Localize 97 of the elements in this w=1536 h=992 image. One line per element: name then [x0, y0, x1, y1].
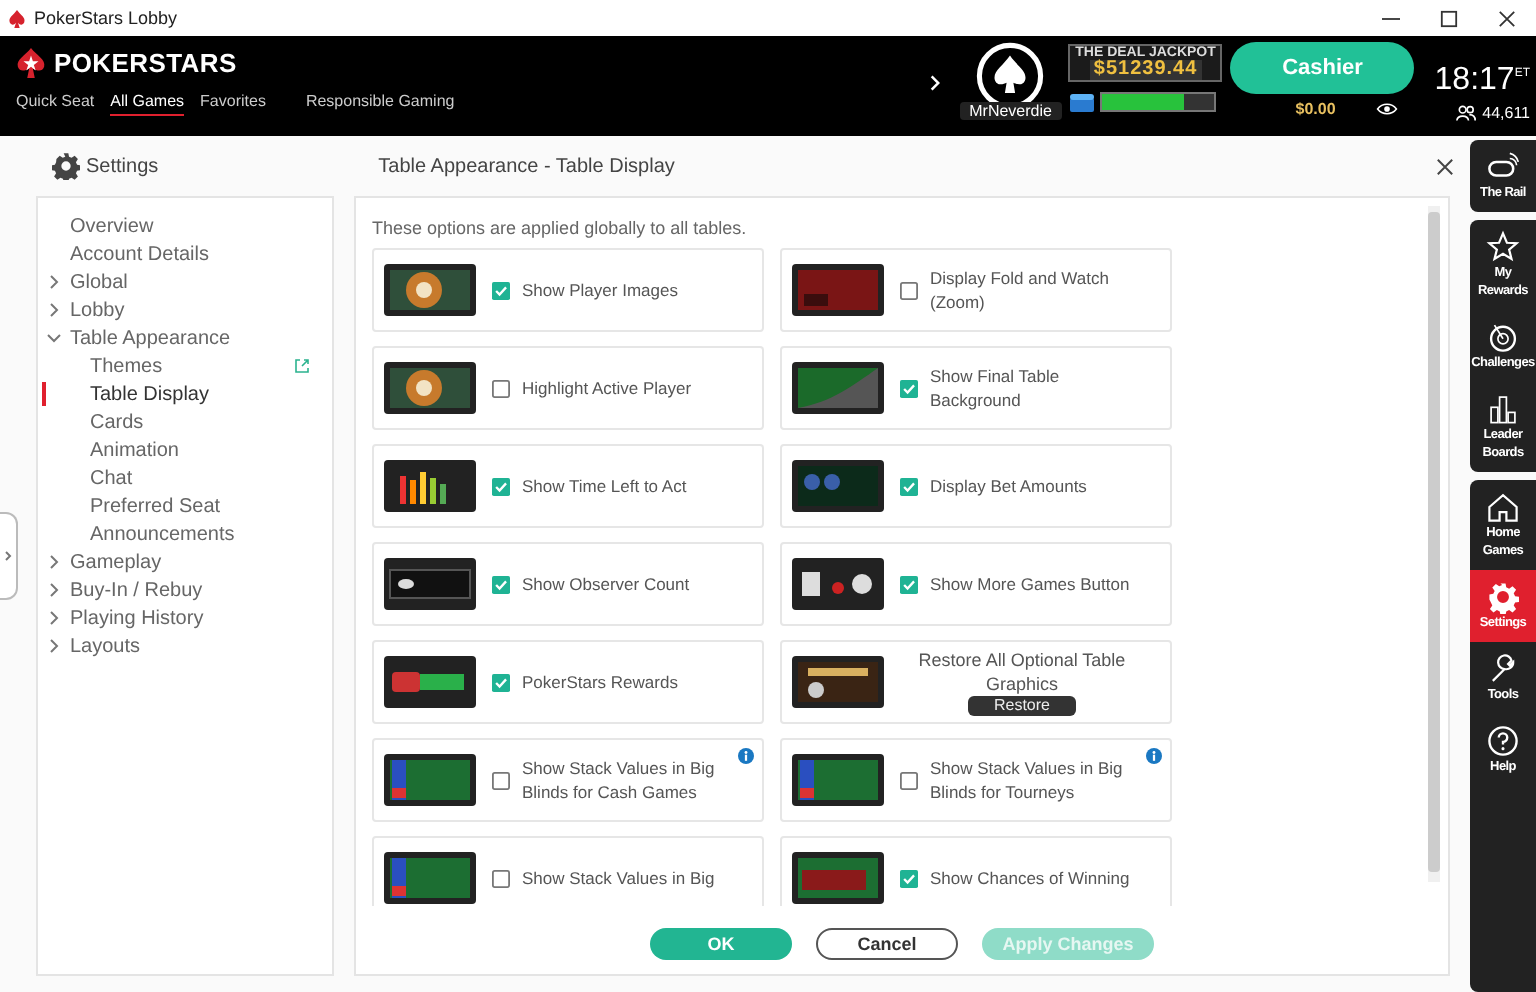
thumbnail-drawing: [384, 264, 476, 316]
option-label: Display Fold and Watch (Zoom): [930, 266, 1111, 314]
thumbnail-drawing: [792, 460, 884, 512]
sidebar-icon: [1486, 652, 1520, 686]
chevron-down-icon[interactable]: [46, 330, 62, 346]
checkbox[interactable]: [900, 869, 918, 887]
expand-handle[interactable]: [0, 512, 18, 600]
thumbnail-drawing: [384, 852, 476, 904]
option-label: Show Stack Values in Big Blinds for Tourneys: [930, 756, 1125, 804]
nav-item[interactable]: Gameplay: [70, 551, 162, 573]
thumbnail-drawing: [384, 362, 476, 414]
option-label: Display Bet Amounts: [930, 474, 1089, 498]
checkbox[interactable]: [492, 379, 510, 397]
checkbox[interactable]: [492, 281, 510, 299]
nav-item[interactable]: Themes: [90, 355, 163, 377]
scrollbar[interactable]: [1428, 206, 1440, 882]
thumbnail-drawing: [384, 460, 476, 512]
nav-tab[interactable]: All Games: [110, 90, 185, 116]
thumbnail-drawing: [384, 754, 476, 806]
option-label: PokerStars Rewards: [522, 670, 680, 694]
info-icon[interactable]: [1146, 748, 1162, 764]
sidebar-icon: [1486, 230, 1520, 264]
page-title: Table Appearance - Table Display: [378, 155, 675, 177]
close-icon[interactable]: [1498, 9, 1516, 27]
username: MrNeverdie: [959, 102, 1062, 120]
checkbox[interactable]: [900, 379, 918, 397]
nav-item[interactable]: Table Appearance: [70, 327, 231, 349]
nav-item[interactable]: Account Details: [70, 243, 209, 265]
nav-item[interactable]: Playing History: [70, 607, 204, 629]
nav-item[interactable]: Announcements: [90, 523, 235, 545]
settings-icon: [52, 152, 80, 180]
thumbnail-drawing: [792, 264, 884, 316]
checkbox[interactable]: [900, 477, 918, 495]
thumbnail-drawing: [792, 558, 884, 610]
option-label: Show Player Images: [522, 278, 680, 302]
thumbnail-drawing: [792, 656, 884, 708]
jackpot-amount: $51239.44: [1089, 60, 1202, 80]
settings-title: Settings: [86, 155, 159, 177]
thumbnail-drawing: [792, 754, 884, 806]
maximize-icon[interactable]: [1440, 9, 1458, 27]
checkbox[interactable]: [492, 771, 510, 789]
nav-tab[interactable]: Quick Seat: [16, 90, 95, 116]
balance: $0.00: [1295, 100, 1336, 118]
nav-item[interactable]: Animation: [90, 439, 179, 461]
option-label: Show Chances of Winning: [930, 866, 1132, 890]
nav-item[interactable]: Overview: [70, 215, 154, 237]
option-label: Restore All Optional Table Graphics: [916, 648, 1128, 696]
checkbox[interactable]: [492, 673, 510, 691]
nav-tab[interactable]: Favorites: [200, 90, 266, 116]
sidebar-icon: [1486, 392, 1520, 426]
close-icon[interactable]: [1436, 157, 1454, 175]
clock: 18:17$^{ET}$: [1434, 60, 1530, 97]
nav-item[interactable]: Cards: [90, 411, 144, 433]
checkbox[interactable]: [492, 575, 510, 593]
sidebar-icon: [1486, 580, 1520, 614]
sidebar-icon: [1486, 490, 1520, 524]
sidebar-icon: [1486, 724, 1520, 758]
dialog-button[interactable]: Cancel: [816, 928, 958, 960]
thumbnail-drawing: [792, 362, 884, 414]
selection-indicator: [42, 382, 46, 406]
option-label: Show Time Left to Act: [522, 474, 689, 498]
option-label: Show Stack Values in Big Blinds for Cash Games: [522, 756, 717, 804]
logo-text: POKERSTARS: [54, 48, 237, 78]
external-link-icon[interactable]: [294, 358, 310, 374]
players-online-count: 44,611: [1482, 104, 1530, 123]
intro-text: These options are applied globally to all tables.: [372, 218, 749, 238]
checkbox[interactable]: [900, 771, 918, 789]
chest-icon: [1068, 92, 1097, 112]
nav-item[interactable]: Global: [70, 271, 128, 293]
spade-star-icon: [16, 48, 46, 78]
chevron-right-icon[interactable]: [930, 74, 941, 92]
nav-item[interactable]: Buy-In / Rebuy: [70, 579, 203, 601]
checkbox[interactable]: [900, 575, 918, 593]
thumbnail-drawing: [384, 656, 476, 708]
thumbnail-drawing: [384, 558, 476, 610]
nav-item[interactable]: Layouts: [70, 635, 141, 657]
nav-item[interactable]: Chat: [90, 467, 133, 489]
checkbox[interactable]: [492, 477, 510, 495]
info-icon[interactable]: [738, 748, 754, 764]
sidebar-icon: [1486, 320, 1520, 354]
players-icon: [1456, 104, 1477, 123]
option-label: Show Stack Values in Big: [522, 866, 717, 890]
checkbox[interactable]: [900, 281, 918, 299]
restore-button[interactable]: Restore: [968, 696, 1076, 716]
option-label: Show Observer Count: [522, 572, 692, 596]
option-label: Show More Games Button: [930, 572, 1132, 596]
eye-icon[interactable]: [1375, 102, 1398, 116]
window-title: PokerStars Lobby: [34, 8, 178, 28]
nav-item[interactable]: Table Display: [90, 383, 209, 405]
nav-item[interactable]: Preferred Seat: [90, 495, 221, 517]
nav-item[interactable]: Lobby: [70, 299, 125, 321]
thumbnail-drawing: [792, 852, 884, 904]
option-label: Show Final Table Background: [930, 364, 1062, 412]
spade-icon: [8, 9, 26, 27]
nav-tab[interactable]: Responsible Gaming: [305, 90, 455, 116]
checkbox[interactable]: [492, 869, 510, 887]
option-label: Highlight Active Player: [522, 376, 694, 400]
